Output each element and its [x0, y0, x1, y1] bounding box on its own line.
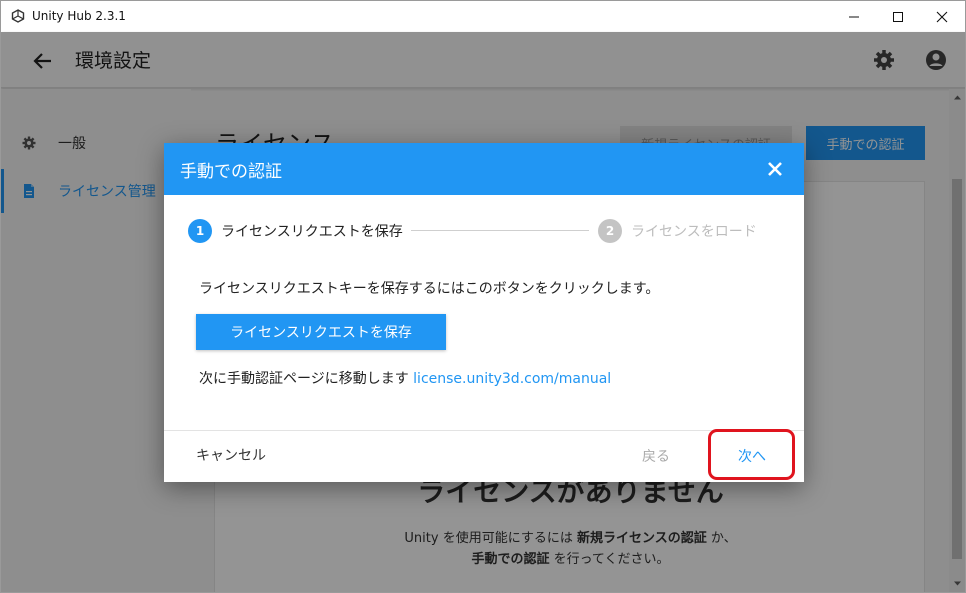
step-connector	[411, 230, 589, 231]
step-label: ライセンスリクエストを保存	[221, 224, 403, 240]
dialog-header: 手動での認証	[164, 143, 804, 195]
window-title: Unity Hub 2.3.1	[32, 9, 126, 23]
dialog-divider	[164, 430, 804, 431]
dialog-description: ライセンスリクエストキーを保存するにはこのボタンをクリックします。	[199, 281, 660, 297]
maximize-icon	[893, 11, 903, 22]
unity-app-icon	[11, 9, 25, 23]
next-button-highlight	[708, 429, 795, 480]
minimize-button[interactable]	[831, 1, 877, 32]
app-window: Unity Hub 2.3.1 環境設定 一般 ライセンス管理 手動での認証 ラ…	[0, 0, 966, 593]
manual-activation-link[interactable]: license.unity3d.com/manual	[413, 371, 611, 387]
step-1: 1 ライセンスリクエストを保存	[188, 218, 403, 244]
next-step-label: 次に手動認証ページに移動します	[199, 371, 414, 387]
dialog-title: 手動での認証	[180, 162, 282, 182]
maximize-button[interactable]	[875, 1, 921, 32]
step-number: 1	[188, 219, 212, 243]
close-icon[interactable]	[764, 158, 786, 180]
title-bar: Unity Hub 2.3.1	[1, 1, 965, 32]
back-button[interactable]: 戻る	[642, 446, 670, 466]
close-icon	[936, 11, 948, 22]
step-2: 2 ライセンスをロード	[598, 218, 757, 244]
next-step-text: 次に手動認証ページに移動します license.unity3d.com/manu…	[199, 368, 611, 388]
minimize-icon	[849, 16, 859, 17]
save-license-request-button[interactable]: ライセンスリクエストを保存	[196, 314, 446, 350]
step-label: ライセンスをロード	[631, 224, 757, 240]
cancel-button[interactable]: キャンセル	[196, 445, 266, 465]
close-window-button[interactable]	[919, 1, 965, 32]
step-number: 2	[598, 219, 622, 243]
manual-activation-dialog: 手動での認証 1 ライセンスリクエストを保存 2 ライセンスをロード ライセンス…	[164, 143, 804, 482]
